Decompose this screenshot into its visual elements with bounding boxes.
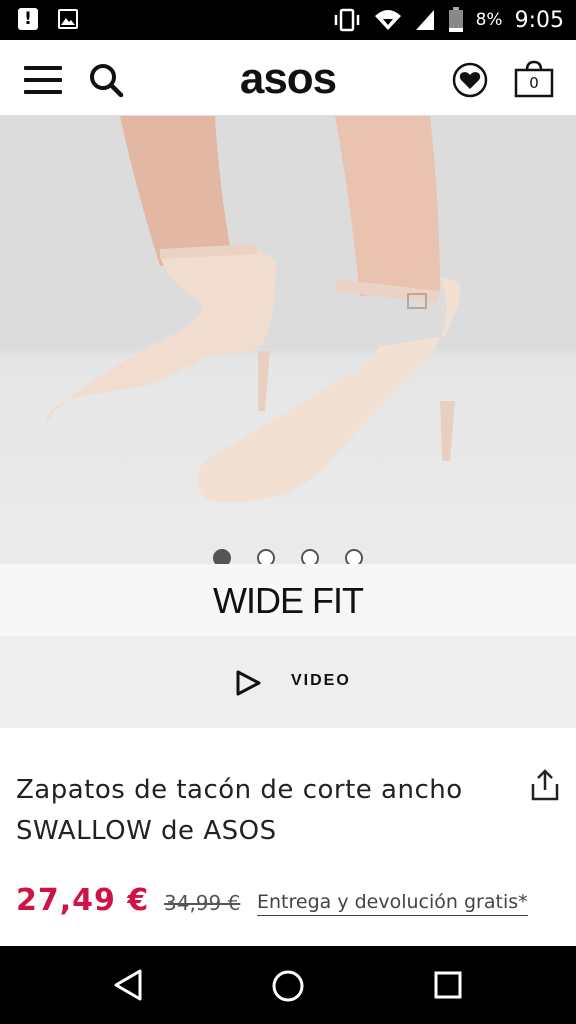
bag-count: 0 bbox=[529, 74, 539, 92]
play-icon[interactable] bbox=[234, 669, 262, 697]
product-title-line: SWALLOW de ASOS bbox=[16, 816, 277, 846]
fit-label: WIDE FIT bbox=[213, 580, 364, 621]
product-price: 27,49 € bbox=[16, 883, 150, 918]
product-image[interactable] bbox=[0, 116, 576, 564]
clock: 9:05 bbox=[514, 7, 564, 33]
heart-icon[interactable] bbox=[452, 62, 488, 98]
wifi-icon bbox=[374, 10, 401, 30]
product-title-line: Zapatos de tacón de corte ancho bbox=[16, 775, 463, 805]
status-bar: ! 8% 9:05 bbox=[0, 0, 576, 40]
battery-percent: 8% bbox=[475, 10, 503, 30]
video-label[interactable]: VIDEO bbox=[291, 672, 351, 690]
free-delivery-link[interactable]: Entrega y devolución gratis* bbox=[257, 891, 528, 916]
original-price: 34,99 € bbox=[164, 891, 241, 915]
signal-icon bbox=[415, 10, 434, 30]
app-header: asos 0 bbox=[0, 40, 576, 116]
home-icon[interactable] bbox=[271, 969, 305, 1003]
product-title: Zapatos de tacón de corte ancho SWALLOW … bbox=[16, 770, 516, 852]
vibrate-icon bbox=[334, 8, 359, 32]
video-button[interactable] bbox=[0, 636, 576, 728]
bag-icon[interactable]: 0 bbox=[514, 60, 554, 98]
asos-logo[interactable]: asos bbox=[0, 54, 576, 104]
recent-apps-icon[interactable] bbox=[434, 971, 462, 999]
alert-icon: ! bbox=[18, 8, 38, 30]
image-icon bbox=[58, 9, 78, 29]
back-icon[interactable] bbox=[112, 968, 144, 1002]
battery-icon bbox=[448, 7, 463, 32]
share-icon[interactable] bbox=[530, 768, 560, 802]
